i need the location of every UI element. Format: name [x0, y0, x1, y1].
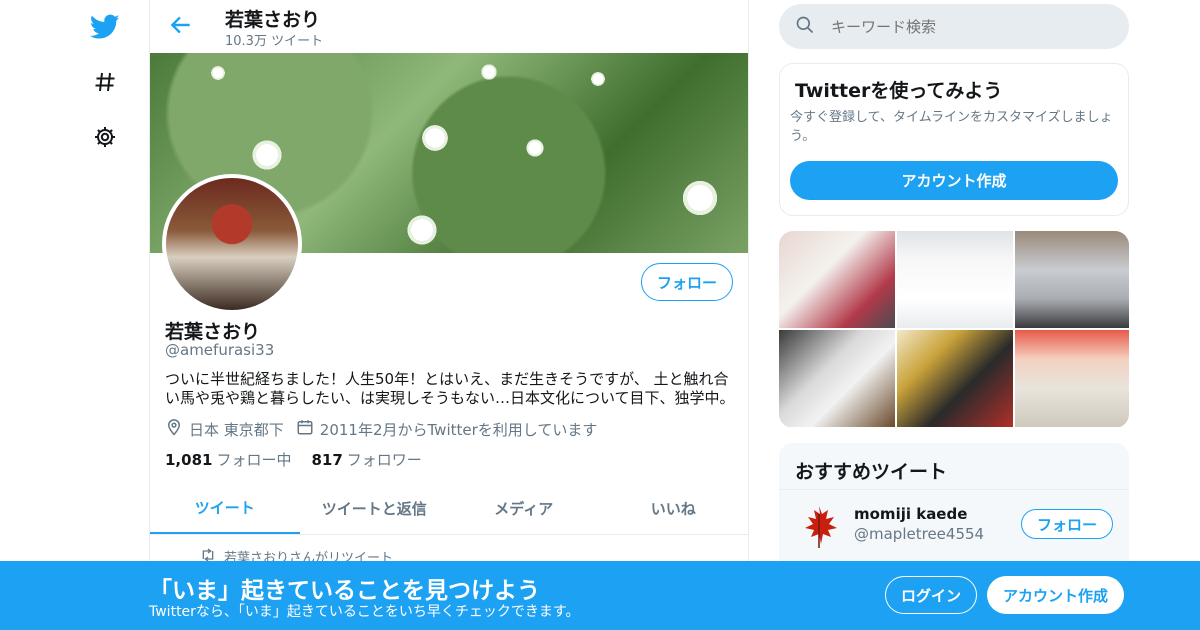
signup-card-description: 今すぐ登録して、タイムラインをカスタマイズしましょう。: [790, 110, 1113, 144]
tab-tweets-and-replies[interactable]: ツイートと返信: [300, 483, 450, 534]
tab-likes[interactable]: いいね: [599, 483, 749, 534]
left-nav: [80, 0, 130, 630]
banner-flower: [250, 138, 284, 172]
profile-stats: 1,081 フォロー中 817 フォロワー: [165, 449, 442, 470]
signup-button[interactable]: アカウント作成: [987, 576, 1124, 614]
profile-tabs: ツイート ツイートと返信 メディア いいね: [150, 483, 748, 535]
recommended-user-handle: @mapletree4554: [854, 525, 985, 543]
calendar-icon: [296, 418, 320, 440]
recommended-user-name[interactable]: momiji kaede: [854, 505, 967, 523]
profile-joined: 2011年2月からTwitterを利用しています: [296, 418, 598, 440]
profile-header-bar: 若葉さおり 10.3万 ツイート: [150, 0, 748, 53]
login-button[interactable]: ログイン: [885, 576, 977, 614]
create-account-button[interactable]: アカウント作成: [790, 161, 1118, 200]
banner-flower: [420, 123, 450, 153]
joined-text: 2011年2月からTwitterを利用しています: [319, 420, 598, 439]
recommended-title: おすすめツイート: [795, 461, 948, 483]
bottom-signup-bar: 「いま」起きていることを見つけよう Twitterなら、「いま」起きていることを…: [0, 561, 1200, 630]
following-stat[interactable]: 1,081 フォロー中: [165, 449, 291, 470]
profile-meta: 日本 東京都下 2011年2月からTwitterを利用しています: [165, 418, 609, 440]
banner-flower: [480, 63, 498, 81]
recommended-follow-button[interactable]: フォロー: [1021, 509, 1113, 539]
banner-flower: [680, 178, 720, 218]
followers-label: フォロワー: [346, 451, 422, 469]
location-pin-icon: [165, 418, 189, 440]
signup-card: Twitterを使ってみよう 今すぐ登録して、タイムラインをカスタマイズしましょ…: [779, 63, 1129, 216]
followers-count: 817: [311, 451, 343, 469]
search-input[interactable]: [831, 17, 1091, 36]
bottom-subtext: Twitterなら、「いま」起きていることをいち早くチェックできます。: [149, 604, 580, 620]
signup-card-title: Twitterを使ってみよう: [795, 80, 1003, 102]
profile-avatar[interactable]: [162, 174, 302, 314]
following-count: 1,081: [165, 451, 213, 469]
media-grid: [779, 231, 1129, 428]
banner-flower: [525, 138, 545, 158]
search-box[interactable]: [779, 4, 1129, 49]
media-thumb-cat-paw[interactable]: [779, 330, 895, 427]
media-thumb-message[interactable]: [897, 231, 1013, 328]
media-thumb-car[interactable]: [1015, 231, 1129, 328]
banner-flower: [405, 213, 439, 247]
following-label: フォロー中: [216, 451, 292, 469]
tab-tweets[interactable]: ツイート: [150, 483, 300, 534]
back-arrow-icon[interactable]: [168, 12, 194, 38]
gear-icon[interactable]: [90, 122, 120, 152]
profile-column: 若葉さおり 10.3万 ツイート フォロー 若葉さおり @amefurasi33…: [149, 0, 749, 630]
profile-location: 日本 東京都下: [165, 418, 284, 440]
search-icon: [795, 15, 815, 39]
media-thumb-poster[interactable]: [897, 330, 1013, 427]
profile-bio: ついに半世紀経ちました！人生50年！とはいえ、まだ生きそうですが、 土と触れ合い…: [165, 370, 735, 407]
twitter-logo-icon[interactable]: [90, 12, 120, 42]
tab-media[interactable]: メディア: [449, 483, 599, 534]
location-text: 日本 東京都下: [189, 420, 284, 439]
hashtag-icon[interactable]: [90, 67, 120, 97]
followers-stat[interactable]: 817 フォロワー: [311, 449, 421, 470]
profile-handle: @amefurasi33: [165, 341, 275, 359]
profile-name: 若葉さおり: [165, 321, 261, 343]
header-tweet-count: 10.3万 ツイート: [225, 34, 324, 49]
header-profile-name: 若葉さおり: [225, 9, 321, 31]
maple-leaf-avatar[interactable]: [795, 502, 843, 550]
media-thumb-cat[interactable]: [779, 231, 895, 328]
banner-flower: [590, 71, 606, 87]
divider: [779, 489, 1129, 490]
follow-button[interactable]: フォロー: [641, 263, 733, 301]
banner-flower: [210, 65, 226, 81]
bottom-headline: 「いま」起きていることを見つけよう: [149, 578, 540, 604]
media-thumb-package[interactable]: [1015, 330, 1129, 427]
